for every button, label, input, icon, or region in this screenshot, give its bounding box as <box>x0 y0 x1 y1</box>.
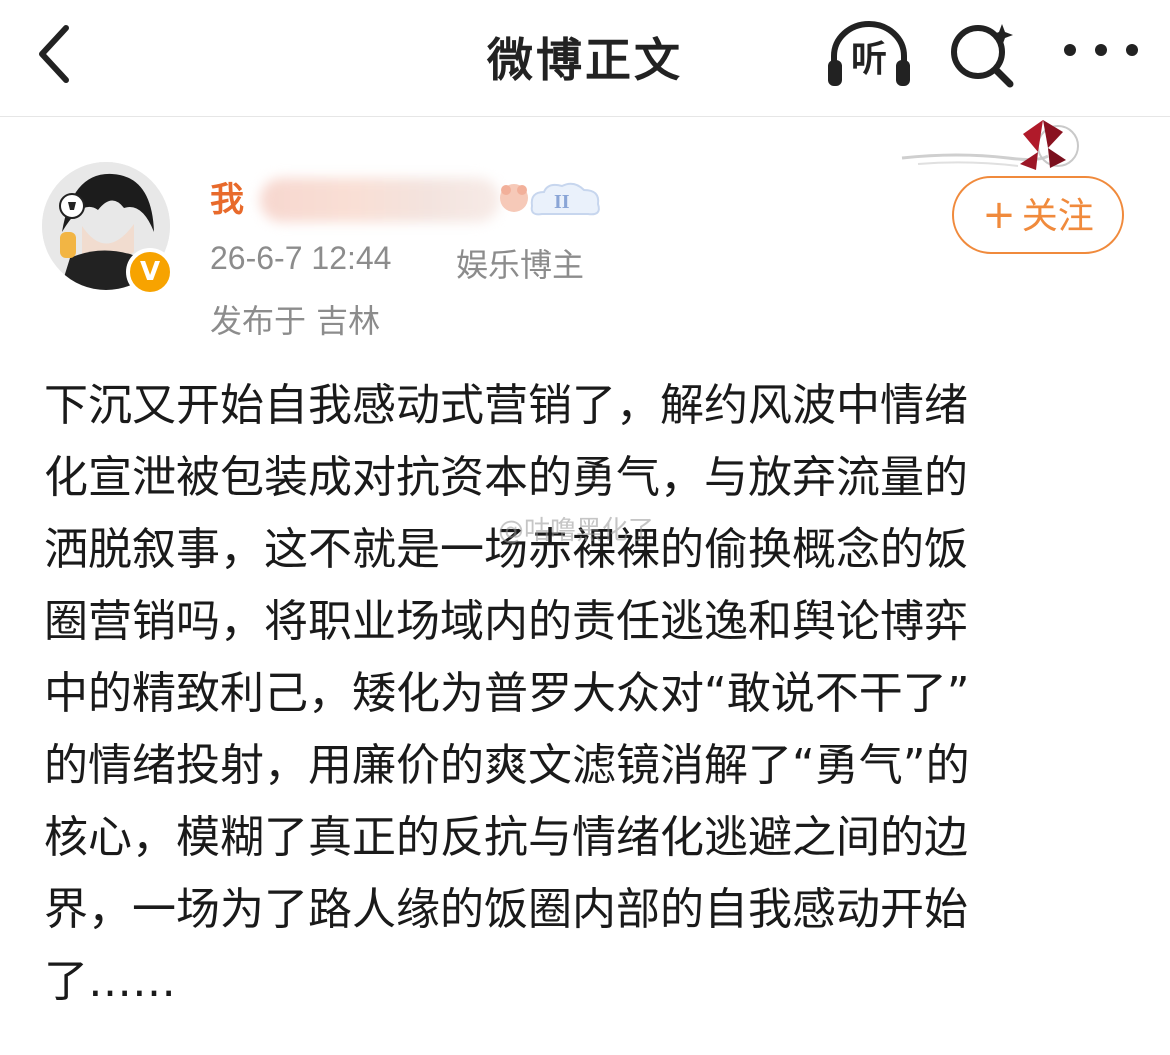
butterfly-decoration-icon <box>901 120 1079 170</box>
post-text-line: 中的精致利己，矮化为普罗大众对“敢说不干了” <box>44 668 970 719</box>
level-cloud-icon: II <box>500 182 600 216</box>
post-text-line: 核心，模糊了真正的反抗与情绪化逃避之间的边 <box>44 812 968 863</box>
post-text-line: 圈营销吗，将职业场域内的责任逃逸和舆论博弈 <box>44 596 968 647</box>
post-text-line: 下沉又开始自我感动式营销了，解约风波中情绪 <box>44 380 968 431</box>
more-button[interactable] <box>1056 18 1146 82</box>
post-text-line: 化宣泄被包装成对抗资本的勇气，与放弃流量的 <box>44 452 968 503</box>
verified-badge: V <box>126 248 174 296</box>
author-role: 娱乐博主 <box>456 246 585 284</box>
plus-icon: + <box>982 192 1016 238</box>
follow-button[interactable]: + 关注 <box>952 176 1124 254</box>
follow-label: 关注 <box>1021 196 1094 237</box>
post-text-line: 界，一场为了路人缘的饭圈内部的自我感动开始 <box>44 884 968 935</box>
post-body: 下沉又开始自我感动式营销了，解约风波中情绪 化宣泄被包装成对抗资本的勇气，与放弃… <box>44 370 1134 1018</box>
search-icon <box>951 24 1014 88</box>
search-button[interactable] <box>944 16 1024 90</box>
watermark: @咕噜黑化了 <box>498 516 655 546</box>
level-badge-text: II <box>554 191 570 213</box>
more-dots-icon <box>1064 44 1138 56</box>
post-location: 发布于 吉林 <box>210 302 381 340</box>
username-blurred <box>260 178 500 222</box>
top-navigation-bar: 微博正文 听 <box>0 0 1170 117</box>
listen-label: 听 <box>850 39 887 80</box>
author-name[interactable]: 我 <box>210 176 244 224</box>
post-timestamp: 26-6-7 12:44 <box>210 240 392 276</box>
listen-button[interactable]: 听 <box>824 16 914 90</box>
level-badge: II <box>492 172 606 222</box>
post-text-line: 的情绪投射，用廉价的爽文滤镜消解了“勇气”的 <box>44 740 970 791</box>
post-text-line: 了…… <box>44 956 176 1007</box>
